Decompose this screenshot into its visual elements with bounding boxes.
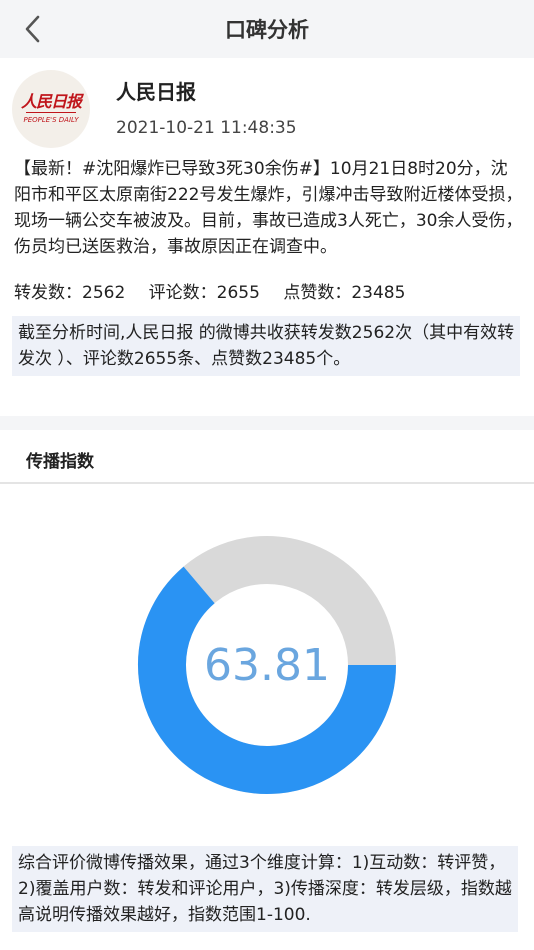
logo-rule xyxy=(26,112,76,113)
comment-count: 评论数：2655 xyxy=(148,283,260,303)
avatar[interactable]: 人民日报 PEOPLE'S DAILY xyxy=(12,70,90,148)
post-summary: 截至分析时间,人民日报 的微博共收获转发数2562次（其中有效转发次 ）、评论数… xyxy=(12,316,520,376)
section-title: 传播指数 xyxy=(26,452,94,472)
forward-count: 转发数：2562 xyxy=(14,283,126,303)
author-name[interactable]: 人民日报 xyxy=(116,76,196,105)
index-description: 综合评价微博传播效果，通过3个维度计算：1)互动数：转评赞，2)覆盖用户数：转发… xyxy=(12,846,518,932)
section-gap xyxy=(0,416,534,430)
page-title: 口碑分析 xyxy=(225,18,309,42)
post-stats: 转发数：2562 评论数：2655 点赞数：23485 xyxy=(14,278,423,303)
top-nav-bar: 口碑分析 xyxy=(0,0,534,58)
post-timestamp: 2021-10-21 11:48:35 xyxy=(116,118,297,138)
avatar-logo-text: 人民日报 xyxy=(20,92,82,111)
gauge-value: 63.81 xyxy=(204,640,330,691)
post-content[interactable]: 【最新！#沈阳爆炸已导致3死30余伤#】10月21日8时20分，沈阳市和平区太原… xyxy=(14,156,524,260)
like-count: 点赞数：23485 xyxy=(283,283,406,303)
divider xyxy=(0,482,534,484)
avatar-logo-subtext: PEOPLE'S DAILY xyxy=(23,116,79,124)
